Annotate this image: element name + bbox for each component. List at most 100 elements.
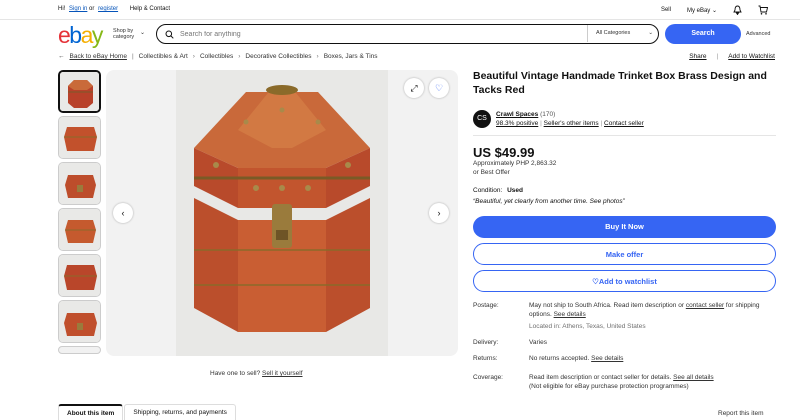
chevron-down-icon: ⌄ [140,30,146,36]
coverage-note: (Not eligible for eBay purchase protecti… [529,383,689,390]
previous-image-button[interactable]: ‹ [113,203,133,223]
expand-icon: ⤢ [410,83,418,93]
search-icon [165,30,174,39]
breadcrumb-item[interactable]: Collectibles [200,53,233,60]
thumbnail-image[interactable] [58,300,101,343]
see-all-details-link[interactable]: See all details [673,374,713,381]
breadcrumb-item[interactable]: Decorative Collectibles [245,53,311,60]
seller-info: CS Crawl Spaces (170) 98.3% positive | S… [473,110,644,128]
returns-value: No returns accepted. [529,355,590,362]
breadcrumb-item[interactable]: Collectibles & Art [139,53,188,60]
have-one-text: Have one to sell? [210,370,261,377]
ebay-logo[interactable]: ebay [58,22,104,49]
main-image-viewer[interactable]: ‹ › ⤢ ♡ [106,70,458,356]
breadcrumb-item[interactable]: Boxes, Jars & Tins [324,53,378,60]
buy-it-now-button[interactable]: Buy It Now [473,216,776,238]
see-details-link[interactable]: See details [591,355,623,362]
category-select-value: All Categories [596,30,631,36]
chevron-left-icon: ‹ [121,208,125,218]
next-image-button[interactable]: › [429,203,449,223]
watch-heart-button[interactable]: ♡ [429,78,449,98]
contact-seller-link[interactable]: contact seller [686,302,724,309]
make-offer-button[interactable]: Make offer [473,243,776,265]
returns-label: Returns: [473,355,498,362]
have-one-to-sell: Have one to sell? Sell it yourself [210,370,303,377]
category-label: category [113,34,135,40]
sign-in-link[interactable]: Sign in [69,6,87,12]
expand-button[interactable]: ⤢ [404,78,424,98]
share-link[interactable]: Share [689,53,706,60]
chevron-right-icon: › [192,53,195,60]
greeting-text: Hi! [58,6,66,12]
thumbnail-image[interactable] [58,70,101,113]
divider: | [600,120,603,127]
top-bar: Hi! Sign in or register Help & Contact S… [0,0,800,20]
back-home-link[interactable]: Back to eBay Home [70,53,127,60]
delivery-label: Delivery: [473,339,499,346]
feedback-link[interactable]: 98.3% positive [496,120,538,127]
or-text: or [89,6,95,12]
chevron-down-icon: ⌄ [711,7,717,14]
contact-seller-link[interactable]: Contact seller [604,120,644,127]
product-photo [176,70,388,356]
search-input[interactable] [180,30,590,38]
cart-icon[interactable] [758,5,768,15]
coverage-text: Read item description or contact seller … [529,374,672,381]
thumbnail-image[interactable] [58,254,101,297]
seller-avatar[interactable]: CS [473,110,491,128]
my-ebay-label: My eBay [686,7,711,14]
help-link[interactable]: Help & Contact [130,6,170,12]
my-ebay-menu[interactable]: My eBay ⌄ [687,7,717,14]
coverage-row: Coverage: Read item description or conta… [473,373,776,393]
divider [473,135,776,136]
register-link[interactable]: register [98,6,118,12]
divider: | [540,120,542,127]
thumbnail-list [58,70,103,357]
condition-label: Condition: [473,187,503,194]
sell-it-yourself-link[interactable]: Sell it yourself [262,370,302,377]
delivery-row: Delivery: Varies [473,338,776,348]
seller-name-link[interactable]: Crawl Spaces [496,111,538,118]
postage-text: May not ship to South Africa. Read item … [529,302,684,309]
bell-icon[interactable] [733,5,742,15]
item-location: Located in: Athens, Texas, United States [529,323,646,330]
postage-label: Postage: [473,302,499,309]
see-details-link[interactable]: See details [554,311,586,318]
approx-price: Approximately PHP 2,863.32 [473,160,557,167]
postage-row: Postage: May not ship to South Africa. R… [473,301,776,331]
other-items-link[interactable]: Seller's other items [544,120,599,127]
breadcrumb-separator: | [131,53,134,60]
category-select[interactable]: All Categories ⌄ [587,25,659,42]
greeting: Hi! Sign in or register Help & Contact [58,6,172,12]
thumbnail-image[interactable] [58,208,101,251]
logo-y: y [91,22,104,48]
search-button[interactable]: Search [665,24,741,44]
item-price: US $49.99 [473,145,535,160]
sell-link[interactable]: Sell [661,7,671,13]
shop-by-category-button[interactable]: Shop by category ⌄ [113,28,145,40]
logo-b: b [69,22,82,48]
chevron-down-icon: ⌄ [648,30,653,36]
item-title: Beautiful Vintage Handmade Trinket Box B… [473,70,767,96]
condition: Condition: Used [473,187,523,194]
search-bar: All Categories ⌄ [156,24,659,44]
thumbnail-image[interactable] [58,346,101,354]
advanced-search-link[interactable]: Advanced [746,31,770,37]
breadcrumb: ← Back to eBay Home | Collectibles & Art… [58,53,378,60]
best-offer-text: or Best Offer [473,169,510,176]
thumbnail-image[interactable] [58,116,101,159]
report-item-link[interactable]: Report this item [718,410,764,417]
thumbnail-image[interactable] [58,162,101,205]
seller-notes: “Beautiful, yet clearly from another tim… [473,198,625,205]
divider: | [716,53,719,60]
delivery-value: Varies [529,339,547,346]
coverage-label: Coverage: [473,374,503,381]
returns-row: Returns: No returns accepted. See detail… [473,354,776,364]
heart-icon: ♡ [434,83,444,93]
chevron-right-icon: › [316,53,319,60]
add-to-watchlist-link[interactable]: Add to Watchlist [728,53,775,60]
logo-a: a [80,22,94,48]
back-arrow-icon: ← [58,53,65,60]
chevron-right-icon: › [437,208,441,218]
add-to-watchlist-button[interactable]: ♡Add to watchlist [473,270,776,292]
